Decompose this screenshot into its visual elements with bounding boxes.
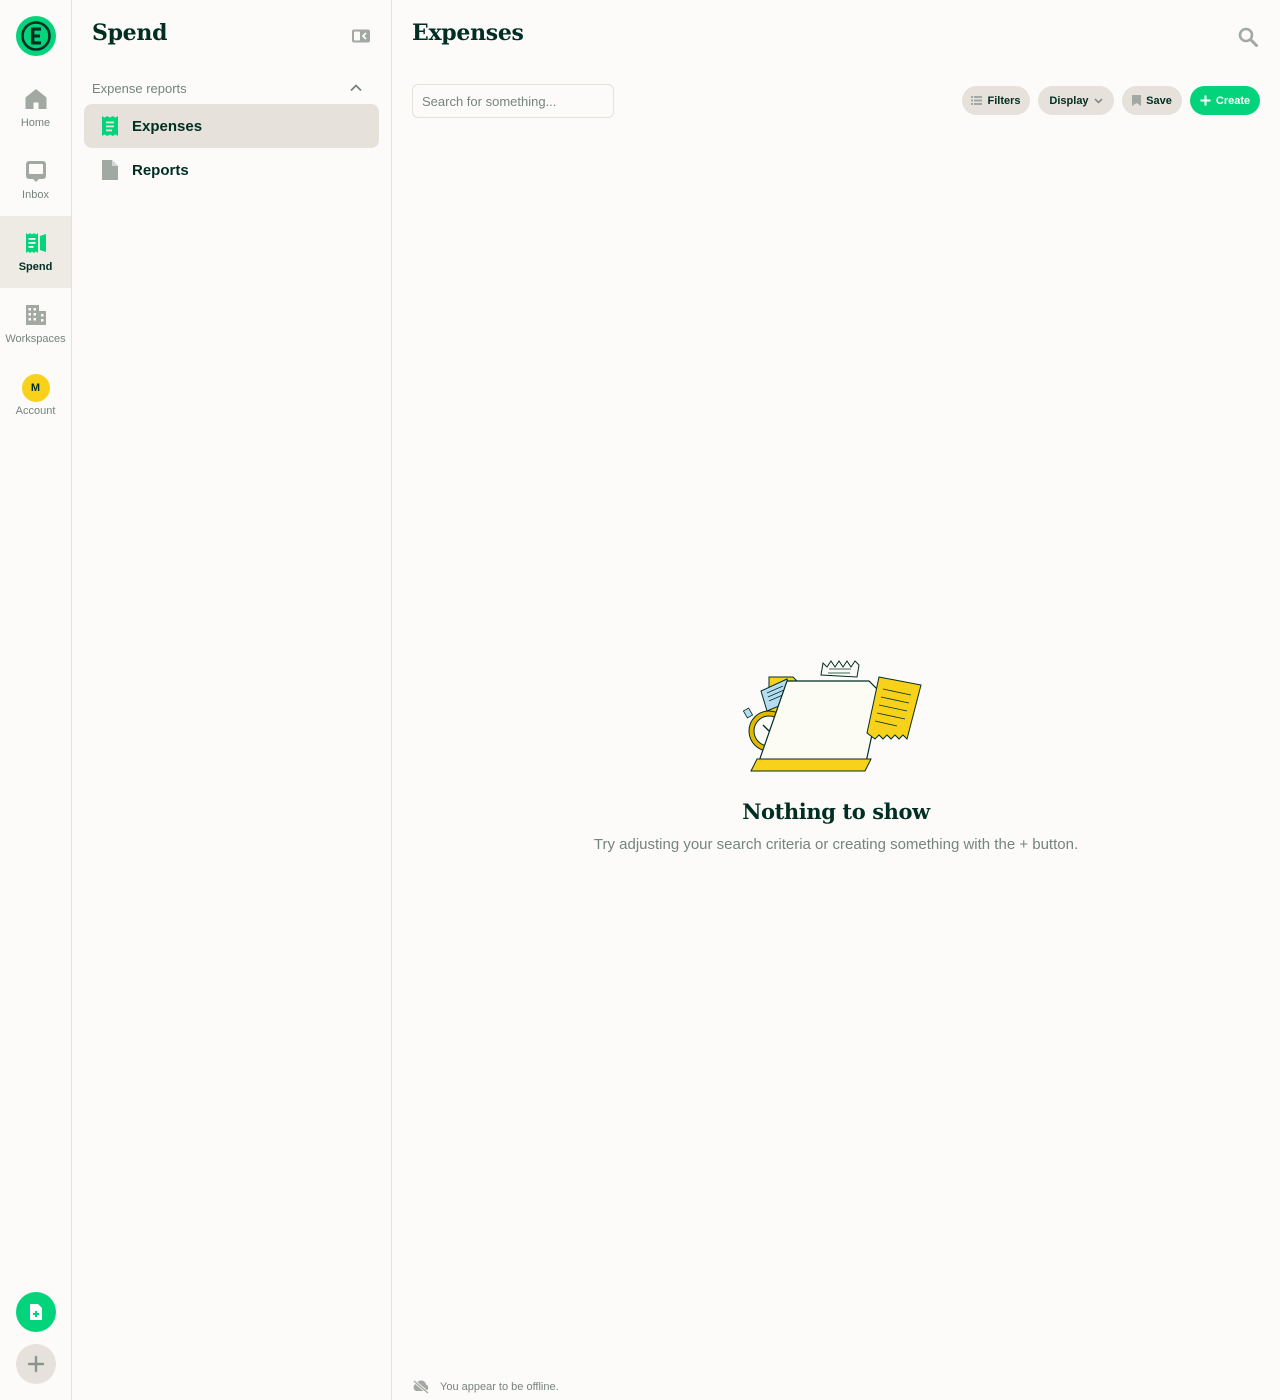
rail-item-account[interactable]: M Account — [0, 360, 71, 432]
section-expense-reports[interactable]: Expense reports — [92, 79, 362, 97]
receipt-icon — [23, 230, 49, 256]
rail-label-spend: Spend — [18, 261, 53, 273]
display-label: Display — [1049, 94, 1089, 107]
section-label: Expense reports — [92, 80, 187, 96]
document-icon — [102, 160, 118, 180]
create-label: Create — [1215, 94, 1251, 107]
sidebar-item-expenses[interactable]: Expenses — [84, 104, 379, 148]
logo-icon — [21, 21, 51, 51]
search-input[interactable] — [412, 84, 614, 118]
rail-label-home: Home — [20, 117, 51, 129]
offline-indicator: You appear to be offline. — [412, 1379, 559, 1395]
plus-icon — [1200, 95, 1211, 106]
spend-sidebar: Spend Expense reports Expenses Reports — [72, 0, 392, 1400]
search-icon[interactable] — [1237, 26, 1259, 48]
empty-title: Nothing to show — [742, 799, 930, 824]
offline-text: You appear to be offline. — [440, 1381, 559, 1393]
create-button[interactable]: Create — [1190, 86, 1260, 115]
rail-item-spend[interactable]: Spend — [0, 216, 71, 288]
new-expense-icon — [30, 1304, 42, 1320]
save-button[interactable]: Save — [1122, 86, 1182, 115]
home-icon — [23, 86, 49, 112]
display-button[interactable]: Display — [1038, 86, 1114, 115]
add-button[interactable] — [16, 1344, 56, 1384]
filters-button[interactable]: Filters — [962, 86, 1030, 115]
quick-action-button[interactable] — [16, 1292, 56, 1332]
offline-icon — [413, 1380, 429, 1394]
rail-item-home[interactable]: Home — [0, 72, 71, 144]
avatar: M — [21, 374, 50, 402]
left-rail: Home Inbox Spend Workspaces M Account — [0, 0, 72, 1400]
filters-label: Filters — [987, 94, 1021, 107]
receipt-icon — [102, 116, 118, 136]
main-content: Expenses Filters Display Save Create — [392, 0, 1280, 1400]
rail-item-workspaces[interactable]: Workspaces — [0, 288, 71, 360]
chevron-up-icon — [350, 84, 362, 92]
rail-label-workspaces: Workspaces — [5, 333, 66, 345]
expensify-logo[interactable] — [16, 16, 56, 56]
plus-icon — [27, 1355, 45, 1373]
chevron-down-icon — [1094, 97, 1103, 104]
sidebar-item-label: Reports — [132, 161, 189, 179]
empty-state: Nothing to show Try adjusting your searc… — [392, 655, 1280, 853]
page-title: Expenses — [412, 20, 524, 46]
sidebar-title: Spend — [92, 20, 168, 46]
rail-label-inbox: Inbox — [22, 189, 49, 201]
collapse-sidebar-icon[interactable] — [351, 28, 371, 44]
rail-label-account: Account — [15, 405, 56, 417]
sidebar-item-reports[interactable]: Reports — [84, 148, 379, 192]
inbox-icon — [23, 158, 49, 184]
bookmark-icon — [1132, 95, 1142, 106]
folder-illustration — [742, 660, 922, 772]
building-icon — [23, 302, 49, 328]
save-label: Save — [1146, 94, 1172, 107]
sidebar-item-label: Expenses — [132, 117, 203, 135]
empty-subtitle: Try adjusting your search criteria or cr… — [593, 836, 1079, 853]
filter-icon — [971, 96, 983, 105]
rail-item-inbox[interactable]: Inbox — [0, 144, 71, 216]
